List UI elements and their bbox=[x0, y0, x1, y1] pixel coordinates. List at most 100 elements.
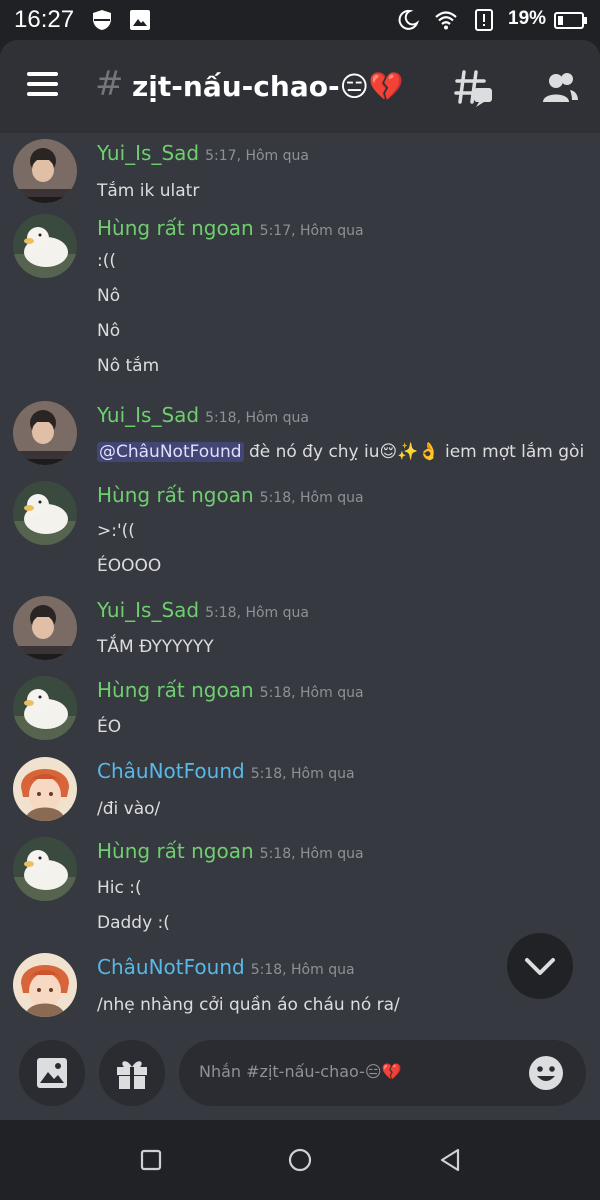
message-text: /đi vào/ bbox=[97, 799, 160, 819]
shield-icon bbox=[93, 10, 111, 30]
message-line: >:'(( bbox=[97, 521, 135, 541]
image-icon bbox=[37, 1058, 67, 1088]
message-author[interactable]: Yui_Is_Sad 5:17, Hôm qua bbox=[97, 141, 309, 165]
message-author[interactable]: Hùng rất ngoan 5:17, Hôm qua bbox=[97, 216, 364, 240]
message-text: Daddy :( bbox=[97, 913, 170, 933]
channel-name: zịt-nấu-chao-😑💔 bbox=[132, 70, 404, 103]
avatar[interactable] bbox=[13, 676, 77, 740]
avatar[interactable] bbox=[13, 757, 77, 821]
author-name[interactable]: Yui_Is_Sad bbox=[97, 598, 199, 622]
message-text: Nô bbox=[97, 286, 120, 306]
channel-header: # zịt-nấu-chao-😑💔 bbox=[0, 40, 600, 133]
message-line: Nô bbox=[97, 321, 121, 341]
message-line: :(( bbox=[97, 251, 116, 271]
gift-button[interactable] bbox=[99, 1040, 165, 1106]
message-line: TẮM ĐYYYYYY bbox=[97, 637, 214, 657]
emoji-icon[interactable] bbox=[527, 1054, 565, 1092]
message-group: Yui_Is_Sad 5:18, Hôm qua @ChâuNotFound đè … bbox=[0, 401, 600, 483]
message-text: ÉO bbox=[97, 717, 121, 737]
threads-icon[interactable] bbox=[454, 68, 494, 108]
message-timestamp: 5:18, Hôm qua bbox=[259, 846, 364, 862]
message-timestamp: 5:17, Hôm qua bbox=[259, 223, 364, 239]
author-name[interactable]: ChâuNotFound bbox=[97, 955, 245, 979]
author-name[interactable]: Hùng rất ngoan bbox=[97, 216, 254, 240]
message-author[interactable]: Yui_Is_Sad 5:18, Hôm qua bbox=[97, 403, 309, 427]
message-text: :(( bbox=[97, 251, 116, 271]
message-input[interactable]: Nhắn #zịt-nấu-chao-😑💔 bbox=[179, 1040, 586, 1106]
avatar[interactable] bbox=[13, 401, 77, 465]
message-text: Tắm ik ulatr bbox=[97, 181, 199, 201]
message-line: /đi vào/ bbox=[97, 799, 161, 819]
message-line: ÉOOOO bbox=[97, 556, 162, 576]
author-name[interactable]: Hùng rất ngoan bbox=[97, 678, 254, 702]
message-text: >:'(( bbox=[97, 521, 135, 541]
author-name[interactable]: ChâuNotFound bbox=[97, 759, 245, 783]
message-line: Hic :( bbox=[97, 878, 142, 898]
message-timestamp: 5:18, Hôm qua bbox=[250, 962, 355, 978]
message-text: @ChâuNotFound đè nó đy chỵ iu😌✨👌 iem mợt… bbox=[97, 442, 584, 462]
chevron-down-icon bbox=[525, 958, 555, 975]
message-group: Hùng rất ngoan 5:18, Hôm qua ÉO bbox=[0, 676, 600, 758]
message-text: Nô bbox=[97, 321, 120, 341]
recents-icon[interactable] bbox=[137, 1146, 165, 1174]
message-group: Yui_Is_Sad 5:17, Hôm qua Tắm ik ulatr bbox=[0, 139, 600, 221]
home-icon[interactable] bbox=[286, 1146, 314, 1174]
message-line: Nô tắm bbox=[97, 356, 160, 376]
menu-icon bbox=[27, 72, 58, 76]
message-group: Hùng rất ngoan 5:18, Hôm qua >:'(( ÉOOOO bbox=[0, 481, 600, 576]
author-name[interactable]: Yui_Is_Sad bbox=[97, 403, 199, 427]
message-group: ChâuNotFound 5:18, Hôm qua/đi vào/ bbox=[0, 757, 600, 839]
author-name[interactable]: Hùng rất ngoan bbox=[97, 483, 254, 507]
user-mention[interactable]: @ChâuNotFound bbox=[97, 442, 244, 462]
message-text: Hic :( bbox=[97, 878, 142, 898]
image-upload-button[interactable] bbox=[19, 1040, 85, 1106]
avatar[interactable] bbox=[13, 953, 77, 1017]
message-line: đè nó đy chỵ iu😌✨👌 iem mợt lắm gòi bbox=[243, 442, 585, 462]
message-text: ÉOOOO bbox=[97, 556, 161, 576]
message-line: Nô bbox=[97, 286, 121, 306]
message-author[interactable]: ChâuNotFound 5:18, Hôm qua bbox=[97, 759, 355, 783]
message-group: Yui_Is_Sad 5:18, Hôm qua TẮM ĐYYYYYY bbox=[0, 596, 600, 678]
avatar[interactable] bbox=[13, 837, 77, 901]
app-window: # zịt-nấu-chao-😑💔 Yui_Is_Sad 5:17, Hôm qu… bbox=[0, 40, 600, 1120]
message-text: TẮM ĐYYYYYY bbox=[97, 637, 214, 657]
battery-icon bbox=[554, 12, 587, 29]
avatar[interactable] bbox=[13, 139, 77, 203]
wifi-icon bbox=[435, 11, 457, 30]
scroll-down-button[interactable] bbox=[507, 933, 573, 999]
system-nav-bar bbox=[0, 1120, 600, 1200]
menu-button[interactable] bbox=[27, 72, 67, 102]
message-timestamp: 5:17, Hôm qua bbox=[205, 148, 309, 164]
author-name[interactable]: Yui_Is_Sad bbox=[97, 141, 199, 165]
message-line: Tắm ik ulatr bbox=[97, 181, 200, 201]
message-timestamp: 5:18, Hôm qua bbox=[250, 766, 355, 782]
gallery-icon bbox=[130, 10, 150, 30]
message-text: Nô tắm bbox=[97, 356, 159, 376]
message-group: Hùng rất ngoan 5:17, Hôm qua :(( Nô Nô Nô tắm bbox=[0, 214, 600, 376]
avatar[interactable] bbox=[13, 214, 77, 278]
alert-icon bbox=[475, 9, 493, 31]
members-icon[interactable] bbox=[540, 68, 580, 108]
moon-icon bbox=[398, 9, 420, 30]
message-line: /nhẹ nhàng cởi quần áo cháu nó ra/ bbox=[97, 995, 400, 1015]
message-line: Daddy :( bbox=[97, 913, 170, 933]
message-timestamp: 5:18, Hôm qua bbox=[205, 605, 309, 621]
message-input-placeholder: Nhắn #zịt-nấu-chao-😑💔 bbox=[199, 1062, 402, 1081]
status-bar: 16:27 19% bbox=[0, 0, 600, 40]
message-author[interactable]: Yui_Is_Sad 5:18, Hôm qua bbox=[97, 598, 309, 622]
message-author[interactable]: ChâuNotFound 5:18, Hôm qua bbox=[97, 955, 355, 979]
avatar[interactable] bbox=[13, 481, 77, 545]
message-timestamp: 5:18, Hôm qua bbox=[259, 685, 364, 701]
message-author[interactable]: Hùng rất ngoan 5:18, Hôm qua bbox=[97, 678, 364, 702]
avatar[interactable] bbox=[13, 596, 77, 660]
channel-hash-icon: # bbox=[95, 64, 124, 104]
message-author[interactable]: Hùng rất ngoan 5:18, Hôm qua bbox=[97, 839, 364, 863]
battery-percent: 19% bbox=[508, 8, 547, 29]
message-line: ÉO bbox=[97, 717, 122, 737]
message-timestamp: 5:18, Hôm qua bbox=[205, 410, 309, 426]
message-author[interactable]: Hùng rất ngoan 5:18, Hôm qua bbox=[97, 483, 364, 507]
status-time: 16:27 bbox=[14, 6, 75, 33]
message-list: Yui_Is_Sad 5:17, Hôm qua Tắm ik ulatr Hùng … bbox=[0, 133, 600, 1040]
back-icon[interactable] bbox=[436, 1146, 464, 1174]
author-name[interactable]: Hùng rất ngoan bbox=[97, 839, 254, 863]
